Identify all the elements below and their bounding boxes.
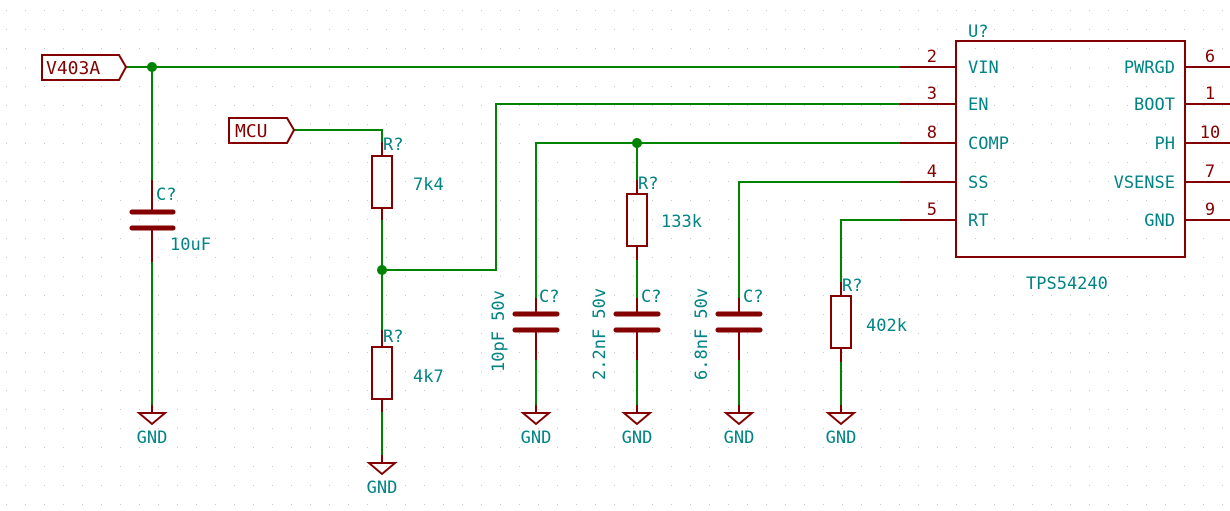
- ic-pin-pwrgd[interactable]: 6 PWRGD: [1124, 47, 1230, 78]
- ic-pin-rt[interactable]: 5 RT: [900, 200, 988, 231]
- pin-name: VIN: [968, 58, 999, 78]
- resistor-r-en-top[interactable]: R? 7k4: [371, 135, 444, 220]
- gnd-symbols: GND GND GND GND GND GND: [136, 405, 857, 498]
- c-comp-hf-value: 10pF 50v: [489, 290, 509, 372]
- pin-number: 1: [1205, 84, 1215, 104]
- c-comp-ref: C?: [641, 287, 661, 307]
- ic-pin-ph[interactable]: 10 PH: [1155, 123, 1230, 154]
- r-en-top-value: 7k4: [413, 175, 444, 195]
- label-mcu[interactable]: MCU: [228, 117, 296, 144]
- gnd-symbol: GND: [366, 455, 398, 498]
- r-en-bot-value: 4k7: [413, 367, 444, 387]
- pin-name: PWRGD: [1124, 58, 1175, 78]
- gnd-label: GND: [521, 428, 552, 448]
- label-mcu-text: MCU: [235, 121, 268, 142]
- pin-number: 2: [927, 47, 937, 67]
- ic-pin-vin[interactable]: 2 VIN: [900, 47, 999, 78]
- capacitor-c-in[interactable]: C? 10uF: [129, 180, 211, 262]
- resistor-r-comp[interactable]: R? 133k: [626, 174, 702, 260]
- r-rt-value: 402k: [866, 316, 907, 336]
- c-in-value: 10uF: [170, 235, 211, 255]
- wire-mcu[interactable]: [294, 129, 383, 142]
- ic-tps54240[interactable]: U? TPS54240 2 VIN 3 EN 8 COMP 4 SS 5 RT 6 PWRGD 1 BO…: [900, 22, 1230, 294]
- ic-pin-ss[interactable]: 4 SS: [900, 162, 988, 193]
- ic-reference: U?: [968, 22, 988, 42]
- ic-pin-boot[interactable]: 1 BOOT: [1134, 84, 1230, 115]
- pin-name: PH: [1155, 134, 1175, 154]
- ic-pin-comp[interactable]: 8 COMP: [900, 123, 1009, 154]
- gnd-label: GND: [826, 428, 857, 448]
- capacitor-c-ss[interactable]: C? 6.8nF 50v: [692, 287, 763, 380]
- pin-number: 4: [927, 162, 937, 182]
- pin-number: 7: [1205, 162, 1215, 182]
- c-in-ref: C?: [156, 185, 176, 205]
- ic-pin-vsense[interactable]: 7 VSENSE: [1114, 162, 1230, 193]
- pin-name: EN: [968, 95, 988, 115]
- pin-name: RT: [968, 211, 988, 231]
- pin-name: VSENSE: [1114, 173, 1175, 193]
- gnd-label: GND: [137, 428, 168, 448]
- r-rt-ref: R?: [842, 276, 862, 296]
- capacitor-c-comp[interactable]: C? 2.2nF 50v: [590, 287, 661, 380]
- pin-name: SS: [968, 173, 988, 193]
- c-ss-ref: C?: [743, 287, 763, 307]
- resistor-r-rt[interactable]: R? 402k: [830, 276, 907, 362]
- gnd-symbol: GND: [621, 405, 653, 448]
- gnd-label: GND: [367, 478, 398, 498]
- pin-name: GND: [1144, 211, 1175, 231]
- label-v403a[interactable]: V403A: [41, 54, 128, 81]
- resistor-r-en-bot[interactable]: R? 4k7: [371, 327, 444, 412]
- gnd-symbol: GND: [520, 405, 552, 448]
- junction-comp: [632, 138, 642, 148]
- wire-ss[interactable]: [738, 181, 900, 298]
- gnd-label: GND: [724, 428, 755, 448]
- c-ss-value: 6.8nF 50v: [692, 288, 712, 380]
- r-en-bot-ref: R?: [383, 327, 403, 347]
- r-en-top-ref: R?: [383, 135, 403, 155]
- pin-name: COMP: [968, 134, 1009, 154]
- capacitor-c-comp-hf[interactable]: C? 10pF 50v: [489, 287, 560, 372]
- ic-part-name: TPS54240: [1026, 274, 1108, 294]
- gnd-label: GND: [622, 428, 653, 448]
- r-comp-value: 133k: [661, 212, 702, 232]
- pin-number: 6: [1205, 47, 1215, 67]
- pin-number: 3: [927, 84, 937, 104]
- c-comp-hf-ref: C?: [539, 287, 559, 307]
- wire-rt[interactable]: [840, 219, 900, 282]
- junction-en: [377, 265, 387, 275]
- gnd-symbol: GND: [825, 405, 857, 448]
- pin-number: 9: [1205, 200, 1215, 220]
- junction-vin: [147, 62, 157, 72]
- ic-pin-gnd[interactable]: 9 GND: [1144, 200, 1230, 231]
- gnd-symbol: GND: [723, 405, 755, 448]
- ic-pin-en[interactable]: 3 EN: [900, 84, 988, 115]
- pin-number: 10: [1200, 123, 1220, 143]
- label-v403a-text: V403A: [46, 58, 100, 79]
- gnd-symbol: GND: [136, 405, 168, 448]
- r-comp-ref: R?: [638, 174, 658, 194]
- schematic-canvas[interactable]: V403A MCU C? 10uF R? 7k4 R? 4k7 C? 10pF …: [0, 0, 1230, 511]
- pin-number: 5: [927, 200, 937, 220]
- c-comp-value: 2.2nF 50v: [590, 288, 610, 380]
- pin-name: BOOT: [1134, 95, 1175, 115]
- pin-number: 8: [927, 123, 937, 143]
